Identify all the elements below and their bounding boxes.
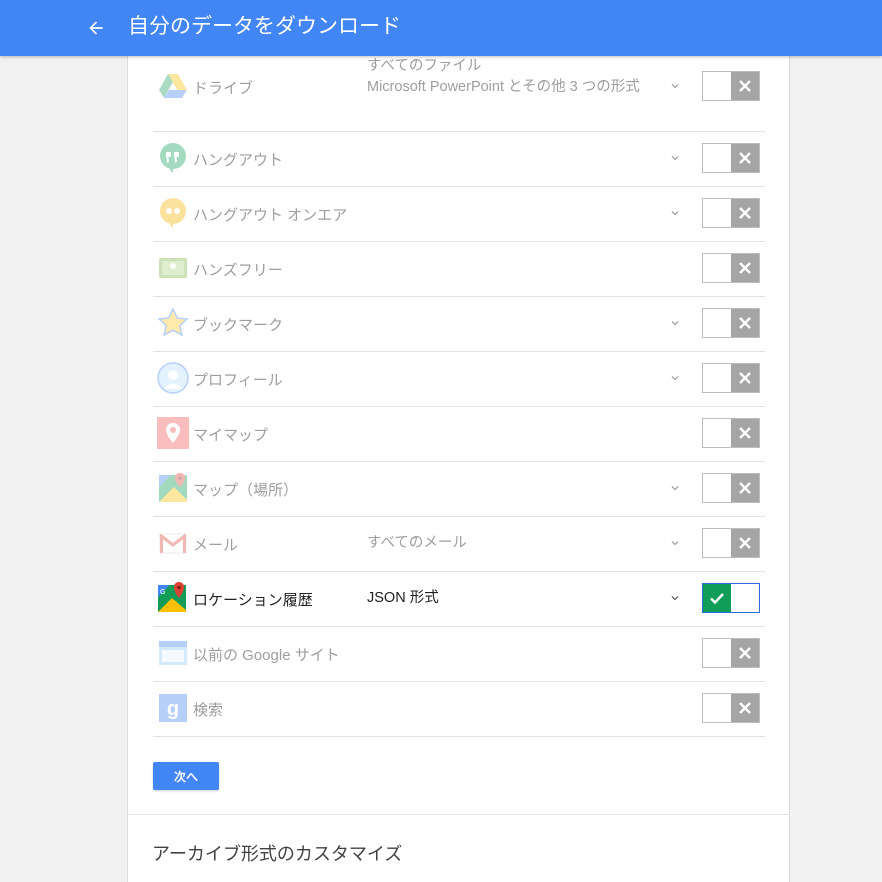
include-toggle[interactable] <box>702 583 760 613</box>
include-toggle[interactable] <box>702 693 760 723</box>
bookmarks-star-icon <box>157 307 189 339</box>
chevron-down-icon[interactable] <box>668 371 682 385</box>
chevron-down-icon[interactable] <box>668 316 682 330</box>
product-name: ドライブ <box>193 80 254 97</box>
chevron-down-icon[interactable] <box>668 79 682 93</box>
product-row: プロフィール <box>153 351 765 407</box>
maps-icon <box>157 472 189 504</box>
product-name: プロフィール <box>193 372 283 389</box>
product-row: ハングアウト <box>153 131 765 187</box>
toggle-knob <box>703 419 731 447</box>
include-toggle[interactable] <box>702 198 760 228</box>
toggle-knob <box>703 72 731 100</box>
include-toggle[interactable] <box>702 528 760 558</box>
svg-text:G: G <box>160 589 165 596</box>
close-icon <box>731 309 759 337</box>
product-row: ハングアウト オンエア <box>153 186 765 242</box>
product-name: マイマップ <box>193 427 269 444</box>
product-row: G ロケーション履歴 JSON 形式 <box>153 571 765 627</box>
chevron-down-icon[interactable] <box>668 591 682 605</box>
back-button[interactable] <box>80 12 112 44</box>
chevron-down-icon[interactable] <box>668 481 682 495</box>
page-title: 自分のデータをダウンロード <box>128 15 401 38</box>
arrow-back-icon <box>89 21 103 35</box>
product-name: ブックマーク <box>193 317 284 334</box>
include-toggle[interactable] <box>702 253 760 283</box>
include-toggle[interactable] <box>702 363 760 393</box>
hands-free-icon <box>157 252 189 284</box>
gmail-icon <box>157 527 189 559</box>
section-divider <box>128 814 789 815</box>
close-icon <box>731 474 759 502</box>
google-drive-icon <box>157 70 189 102</box>
google-search-icon: g <box>157 692 189 724</box>
product-name: 検索 <box>193 702 224 719</box>
toggle-knob <box>703 199 731 227</box>
product-name: ハングアウト オンエア <box>193 207 348 224</box>
close-icon <box>731 199 759 227</box>
product-row: メール すべてのメール <box>153 516 765 572</box>
next-button[interactable]: 次へ <box>153 762 219 790</box>
toggle-knob <box>703 254 731 282</box>
close-icon <box>731 529 759 557</box>
toggle-knob <box>703 694 731 722</box>
close-icon <box>731 419 759 447</box>
close-icon <box>731 254 759 282</box>
product-name: メール <box>193 537 239 554</box>
svg-text:g: g <box>167 698 179 720</box>
close-icon <box>731 364 759 392</box>
location-history-icon: G <box>157 582 189 614</box>
product-row: ハンズフリー <box>153 241 765 297</box>
include-toggle[interactable] <box>702 638 760 668</box>
product-options-summary: すべてのメール <box>367 535 467 551</box>
toggle-knob <box>703 309 731 337</box>
include-toggle[interactable] <box>702 71 760 101</box>
toggle-knob <box>731 584 759 612</box>
product-name: マップ（場所） <box>193 482 299 499</box>
classic-sites-icon <box>157 637 189 669</box>
product-name: ハンズフリー <box>193 262 283 279</box>
product-row: 以前の Google サイト <box>153 626 765 682</box>
check-icon <box>703 584 731 612</box>
toggle-knob <box>703 639 731 667</box>
product-name: ハングアウト <box>193 152 284 169</box>
include-toggle[interactable] <box>702 473 760 503</box>
product-row: ドライブ すべてのファイル Microsoft PowerPoint とその他 3… <box>153 56 765 132</box>
close-icon <box>731 694 759 722</box>
include-toggle[interactable] <box>702 418 760 448</box>
product-row: g 検索 <box>153 681 765 737</box>
product-name: ロケーション履歴 <box>193 592 313 609</box>
toggle-knob <box>703 144 731 172</box>
products-card: ドライブ すべてのファイル Microsoft PowerPoint とその他 3… <box>127 56 790 882</box>
product-row: マイマップ <box>153 406 765 462</box>
chevron-down-icon[interactable] <box>668 206 682 220</box>
product-row: ブックマーク <box>153 296 765 352</box>
include-toggle[interactable] <box>702 143 760 173</box>
app-bar: 自分のデータをダウンロード <box>0 0 882 56</box>
include-toggle[interactable] <box>702 308 760 338</box>
my-maps-icon <box>157 417 189 449</box>
toggle-knob <box>703 474 731 502</box>
product-options-summary: JSON 形式 <box>367 590 439 606</box>
product-row: マップ（場所） <box>153 461 765 517</box>
hangouts-icon <box>157 142 189 174</box>
toggle-knob <box>703 529 731 557</box>
toggle-knob <box>703 364 731 392</box>
close-icon <box>731 144 759 172</box>
chevron-down-icon[interactable] <box>668 536 682 550</box>
hangouts-on-air-icon <box>157 197 189 229</box>
customize-section-title[interactable]: アーカイブ形式のカスタマイズ <box>152 840 402 866</box>
product-options-summary: すべてのファイル Microsoft PowerPoint とその他 3 つの形… <box>367 58 640 95</box>
profile-icon <box>157 362 189 394</box>
close-icon <box>731 72 759 100</box>
product-name: 以前の Google サイト <box>193 647 340 664</box>
chevron-down-icon[interactable] <box>668 151 682 165</box>
close-icon <box>731 639 759 667</box>
